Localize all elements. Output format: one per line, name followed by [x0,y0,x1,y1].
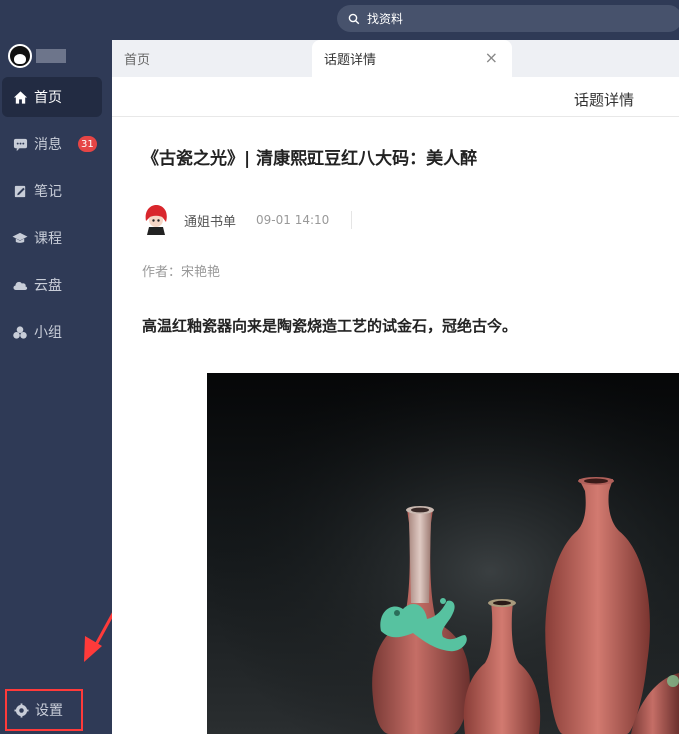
top-bar: 找资料 [0,0,679,40]
user-profile[interactable] [8,44,66,68]
blurred-username [36,49,66,63]
unread-badge: 31 [78,136,97,152]
cloud-icon [12,277,28,293]
sidebar-item-home[interactable]: 首页 [2,77,102,117]
sidebar: 首页 消息 31 笔记 课程 云盘 小组 设置 [0,40,152,734]
sidebar-item-cloud[interactable]: 云盘 [2,265,102,305]
sidebar-item-messages[interactable]: 消息 31 [2,124,102,164]
message-icon [12,136,28,152]
tab-topic-detail[interactable]: 话题详情 × [312,40,512,77]
author-avatar[interactable] [144,205,168,235]
sidebar-item-label: 笔记 [34,184,62,200]
main-content: 话题详情 《古瓷之光》| 清康熙豇豆红八大码：美人醉 通姐书单 09-01 14… [112,77,679,734]
sidebar-item-courses[interactable]: 课程 [2,218,102,258]
home-icon [12,89,28,105]
settings-button[interactable]: 设置 [5,689,83,731]
settings-label: 设置 [35,703,63,719]
group-icon [12,324,28,340]
page-title: 话题详情 [574,91,635,109]
sidebar-nav: 首页 消息 31 笔记 课程 云盘 小组 [2,77,102,359]
author-row: 通姐书单 09-01 14:10 [144,205,353,235]
post-time: 09-01 14:10 [256,213,330,227]
article-title: 《古瓷之光》| 清康熙豇豆红八大码：美人醉 [142,149,478,169]
gear-icon [13,702,29,718]
graduation-cap-icon [12,230,28,246]
search-icon [347,12,361,26]
divider [351,211,353,229]
search-placeholder: 找资料 [367,12,404,26]
sidebar-item-label: 课程 [34,231,62,247]
sidebar-item-label: 云盘 [34,278,62,294]
sidebar-item-groups[interactable]: 小组 [2,312,102,352]
tab-bar: 首页 话题详情 × [112,40,679,77]
article-byline: 作者：宋艳艳 [142,265,221,280]
avatar[interactable] [8,44,32,68]
tab-label: 首页 [124,53,151,68]
tab-label: 话题详情 [324,53,377,68]
article-lead: 高温红釉瓷器向来是陶瓷烧造工艺的试金石，冠绝古今。 [142,317,518,335]
note-icon [12,183,28,199]
search-input[interactable]: 找资料 [337,5,679,32]
tab-home[interactable]: 首页 [124,40,150,77]
sidebar-item-notes[interactable]: 笔记 [2,171,102,211]
author-name[interactable]: 通姐书单 [184,211,236,230]
sidebar-item-label: 首页 [34,90,62,106]
sidebar-item-label: 小组 [34,325,62,341]
article-image [207,373,679,734]
close-icon[interactable]: × [485,50,498,66]
sidebar-item-label: 消息 [34,137,62,153]
page-header: 话题详情 [112,77,679,117]
